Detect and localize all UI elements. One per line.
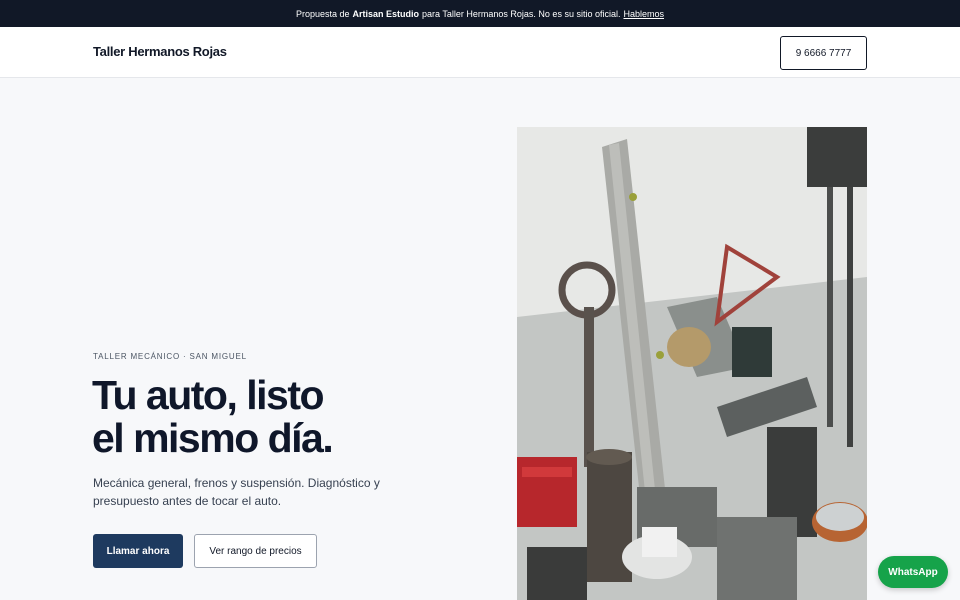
workshop-photo <box>517 127 867 600</box>
call-now-button[interactable]: Llamar ahora <box>93 534 183 568</box>
promo-banner: Propuesta de Artisan Estudio para Taller… <box>0 0 960 27</box>
promo-middle-text: para Taller Hermanos Rojas. No es su sit… <box>422 8 621 19</box>
site-header: Taller Hermanos Rojas 9 6666 7777 <box>0 27 960 78</box>
hero-headline: Tu auto, listo el mismo día. <box>92 374 472 460</box>
phone-button[interactable]: 9 6666 7777 <box>780 36 867 70</box>
brand-logo[interactable]: Taller Hermanos Rojas <box>93 44 227 59</box>
hero-lead: Mecánica general, frenos y suspensión. D… <box>93 476 380 508</box>
workshop-tools-illustration <box>517 127 867 600</box>
whatsapp-button[interactable]: WhatsApp <box>878 556 948 588</box>
promo-prefix: Propuesta de <box>295 8 350 19</box>
hero-eyebrow: TALLER MECÁNICO · SAN MIGUEL <box>93 352 247 361</box>
headline-line-2: el mismo día. <box>92 415 334 461</box>
promo-contact-link[interactable]: Hablemos <box>623 9 664 19</box>
price-range-button[interactable]: Ver rango de precios <box>194 534 317 568</box>
promo-studio-name: Artisan Estudio <box>352 8 420 19</box>
headline-line-1: Tu auto, listo <box>92 372 325 418</box>
